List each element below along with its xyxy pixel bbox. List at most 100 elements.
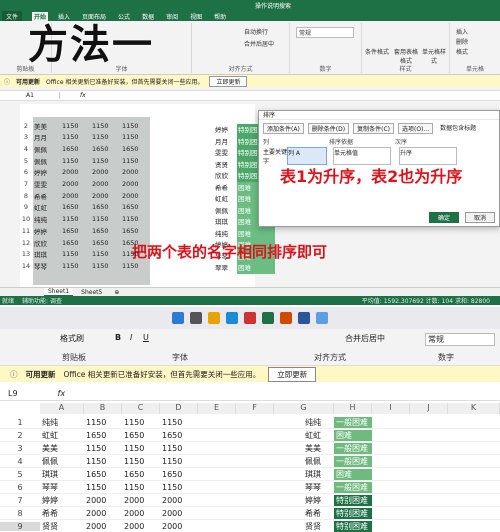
cell-name[interactable]: 婷婷 <box>215 124 237 136</box>
cell-name[interactable]: 月月 <box>32 132 60 142</box>
tab-home[interactable]: 开始 <box>32 11 49 21</box>
excel-icon[interactable] <box>262 312 274 324</box>
cell-name[interactable]: 琪琪 <box>40 469 84 480</box>
cell-value[interactable]: 1650 <box>90 145 120 153</box>
cell-name[interactable]: 婷婷 <box>40 495 84 506</box>
cell-value[interactable]: 1150 <box>84 444 122 453</box>
wrap-text-button[interactable]: 自动换行 <box>244 27 268 36</box>
column-header-j[interactable]: J <box>410 403 448 414</box>
cell-name[interactable]: 纯纯 <box>40 417 84 428</box>
cell-value[interactable]: 1650 <box>120 145 150 153</box>
cell-name-g[interactable]: 希希 <box>305 508 321 519</box>
cell-value[interactable]: 2000 <box>60 180 90 188</box>
cell-value[interactable]: 1650 <box>90 239 120 247</box>
cell-value[interactable]: 1150 <box>122 483 160 492</box>
cell-level[interactable]: 特别困难 <box>334 520 372 532</box>
cell-value[interactable]: 1650 <box>84 470 122 479</box>
format-button[interactable]: 格式 <box>456 47 468 56</box>
cell-value[interactable]: 2000 <box>84 496 122 505</box>
cell-value[interactable]: 1150 <box>120 262 150 270</box>
search-box[interactable]: 操作说明搜索 <box>255 1 291 10</box>
column-header-i[interactable]: I <box>372 403 410 414</box>
cell-name[interactable]: 希希 <box>40 508 84 519</box>
column-header-h[interactable]: H <box>334 403 372 414</box>
cell-value[interactable]: 1150 <box>122 444 160 453</box>
cell-value[interactable]: 1150 <box>84 457 122 466</box>
search-icon[interactable] <box>190 312 202 324</box>
insert-button[interactable]: 插入 <box>456 27 468 36</box>
cell-value[interactable]: 1650 <box>60 227 90 235</box>
cell-value[interactable]: 1650 <box>60 239 90 247</box>
cell-value[interactable]: 2000 <box>120 168 150 176</box>
cell-name-g[interactable]: 贤贤 <box>305 521 321 532</box>
cell-name[interactable]: 琪琪 <box>215 216 237 228</box>
cell-level[interactable]: 一般困难 <box>334 455 372 467</box>
cell-name[interactable]: 希希 <box>215 182 237 194</box>
tab-page-layout[interactable]: 页面布局 <box>80 12 108 21</box>
cell-value[interactable]: 1150 <box>120 250 150 258</box>
add-sheet-icon[interactable]: ⊕ <box>110 289 123 296</box>
cell-value[interactable]: 2000 <box>84 509 122 518</box>
underline-button[interactable]: U <box>143 333 149 342</box>
cell-name-g[interactable]: 琪琪 <box>305 469 321 480</box>
cell-name[interactable]: 佩佩 <box>215 205 237 217</box>
cell-value[interactable]: 1150 <box>160 444 198 453</box>
cell-value[interactable]: 2000 <box>160 522 198 531</box>
cell-level[interactable]: 一般困难 <box>334 416 372 428</box>
cell-value[interactable]: 1650 <box>60 203 90 211</box>
cell-name[interactable]: 翠翠 <box>215 262 237 274</box>
cell-value[interactable]: 1650 <box>160 470 198 479</box>
header-checkbox[interactable]: 数据包含标题 <box>437 123 479 134</box>
cell-value[interactable]: 2000 <box>90 192 120 200</box>
cell-value[interactable]: 1150 <box>60 250 90 258</box>
update-now-button[interactable]: 立即更新 <box>209 75 248 87</box>
cell-name[interactable]: 纯纯 <box>215 228 237 240</box>
cell-name-g[interactable]: 佩佩 <box>305 456 321 467</box>
cell-value[interactable]: 1150 <box>160 418 198 427</box>
cell-name[interactable]: 虹虹 <box>32 202 60 212</box>
cell-value[interactable]: 2000 <box>90 180 120 188</box>
cell-value[interactable]: 2000 <box>60 192 90 200</box>
cell-name-g[interactable]: 虹虹 <box>305 430 321 441</box>
cell-name-g[interactable]: 美美 <box>305 443 321 454</box>
cell-value[interactable]: 2000 <box>122 522 160 531</box>
name-box[interactable]: A1 <box>0 92 60 99</box>
cell-value[interactable]: 1150 <box>160 457 198 466</box>
cell-value[interactable]: 2000 <box>160 496 198 505</box>
cell-value[interactable]: 2000 <box>84 522 122 531</box>
tab-review[interactable]: 审阅 <box>164 12 180 21</box>
cell-level[interactable]: 困难 <box>334 468 372 480</box>
tab-view[interactable]: 视图 <box>188 12 204 21</box>
cell-value[interactable]: 1150 <box>120 122 150 130</box>
cell-level[interactable]: 困难 <box>237 227 275 239</box>
cell-value[interactable]: 1150 <box>90 157 120 165</box>
cell-value[interactable]: 1150 <box>122 457 160 466</box>
copy-level-button[interactable]: 复制条件(C) <box>353 123 394 134</box>
cell-name-g[interactable]: 琴琴 <box>305 482 321 493</box>
cell-value[interactable]: 1150 <box>120 157 150 165</box>
column-header-d[interactable]: D <box>160 403 198 414</box>
cancel-button[interactable]: 取消 <box>464 212 495 223</box>
merge-center-button-lower[interactable]: 合并后居中 <box>345 333 385 344</box>
cell-name-g[interactable]: 纯纯 <box>305 417 321 428</box>
cell-value[interactable]: 2000 <box>122 509 160 518</box>
photos-icon[interactable] <box>316 312 328 324</box>
cell-name[interactable]: 欣欣 <box>32 238 60 248</box>
cell-value[interactable]: 1650 <box>90 203 120 211</box>
cell-value[interactable]: 1150 <box>84 483 122 492</box>
tab-help[interactable]: 帮助 <box>212 12 228 21</box>
cell-name[interactable]: 月月 <box>215 136 237 148</box>
format-table-button[interactable]: 套用表格格式 <box>392 47 420 65</box>
cell-name[interactable]: 希希 <box>32 191 60 201</box>
options-button[interactable]: 选项(O)... <box>397 123 434 134</box>
cell-value[interactable]: 1650 <box>120 203 150 211</box>
cell-level[interactable]: 一般困难 <box>334 481 372 493</box>
column-header-f[interactable]: F <box>236 403 274 414</box>
cell-value[interactable]: 1650 <box>122 431 160 440</box>
edge-icon[interactable] <box>226 312 238 324</box>
cell-value[interactable]: 1150 <box>120 215 150 223</box>
tab-data[interactable]: 数据 <box>140 12 156 21</box>
cell-styles-button[interactable]: 单元格样式 <box>420 47 448 65</box>
cell-value[interactable]: 2000 <box>120 180 150 188</box>
cell-name[interactable]: 琴琴 <box>32 261 60 271</box>
